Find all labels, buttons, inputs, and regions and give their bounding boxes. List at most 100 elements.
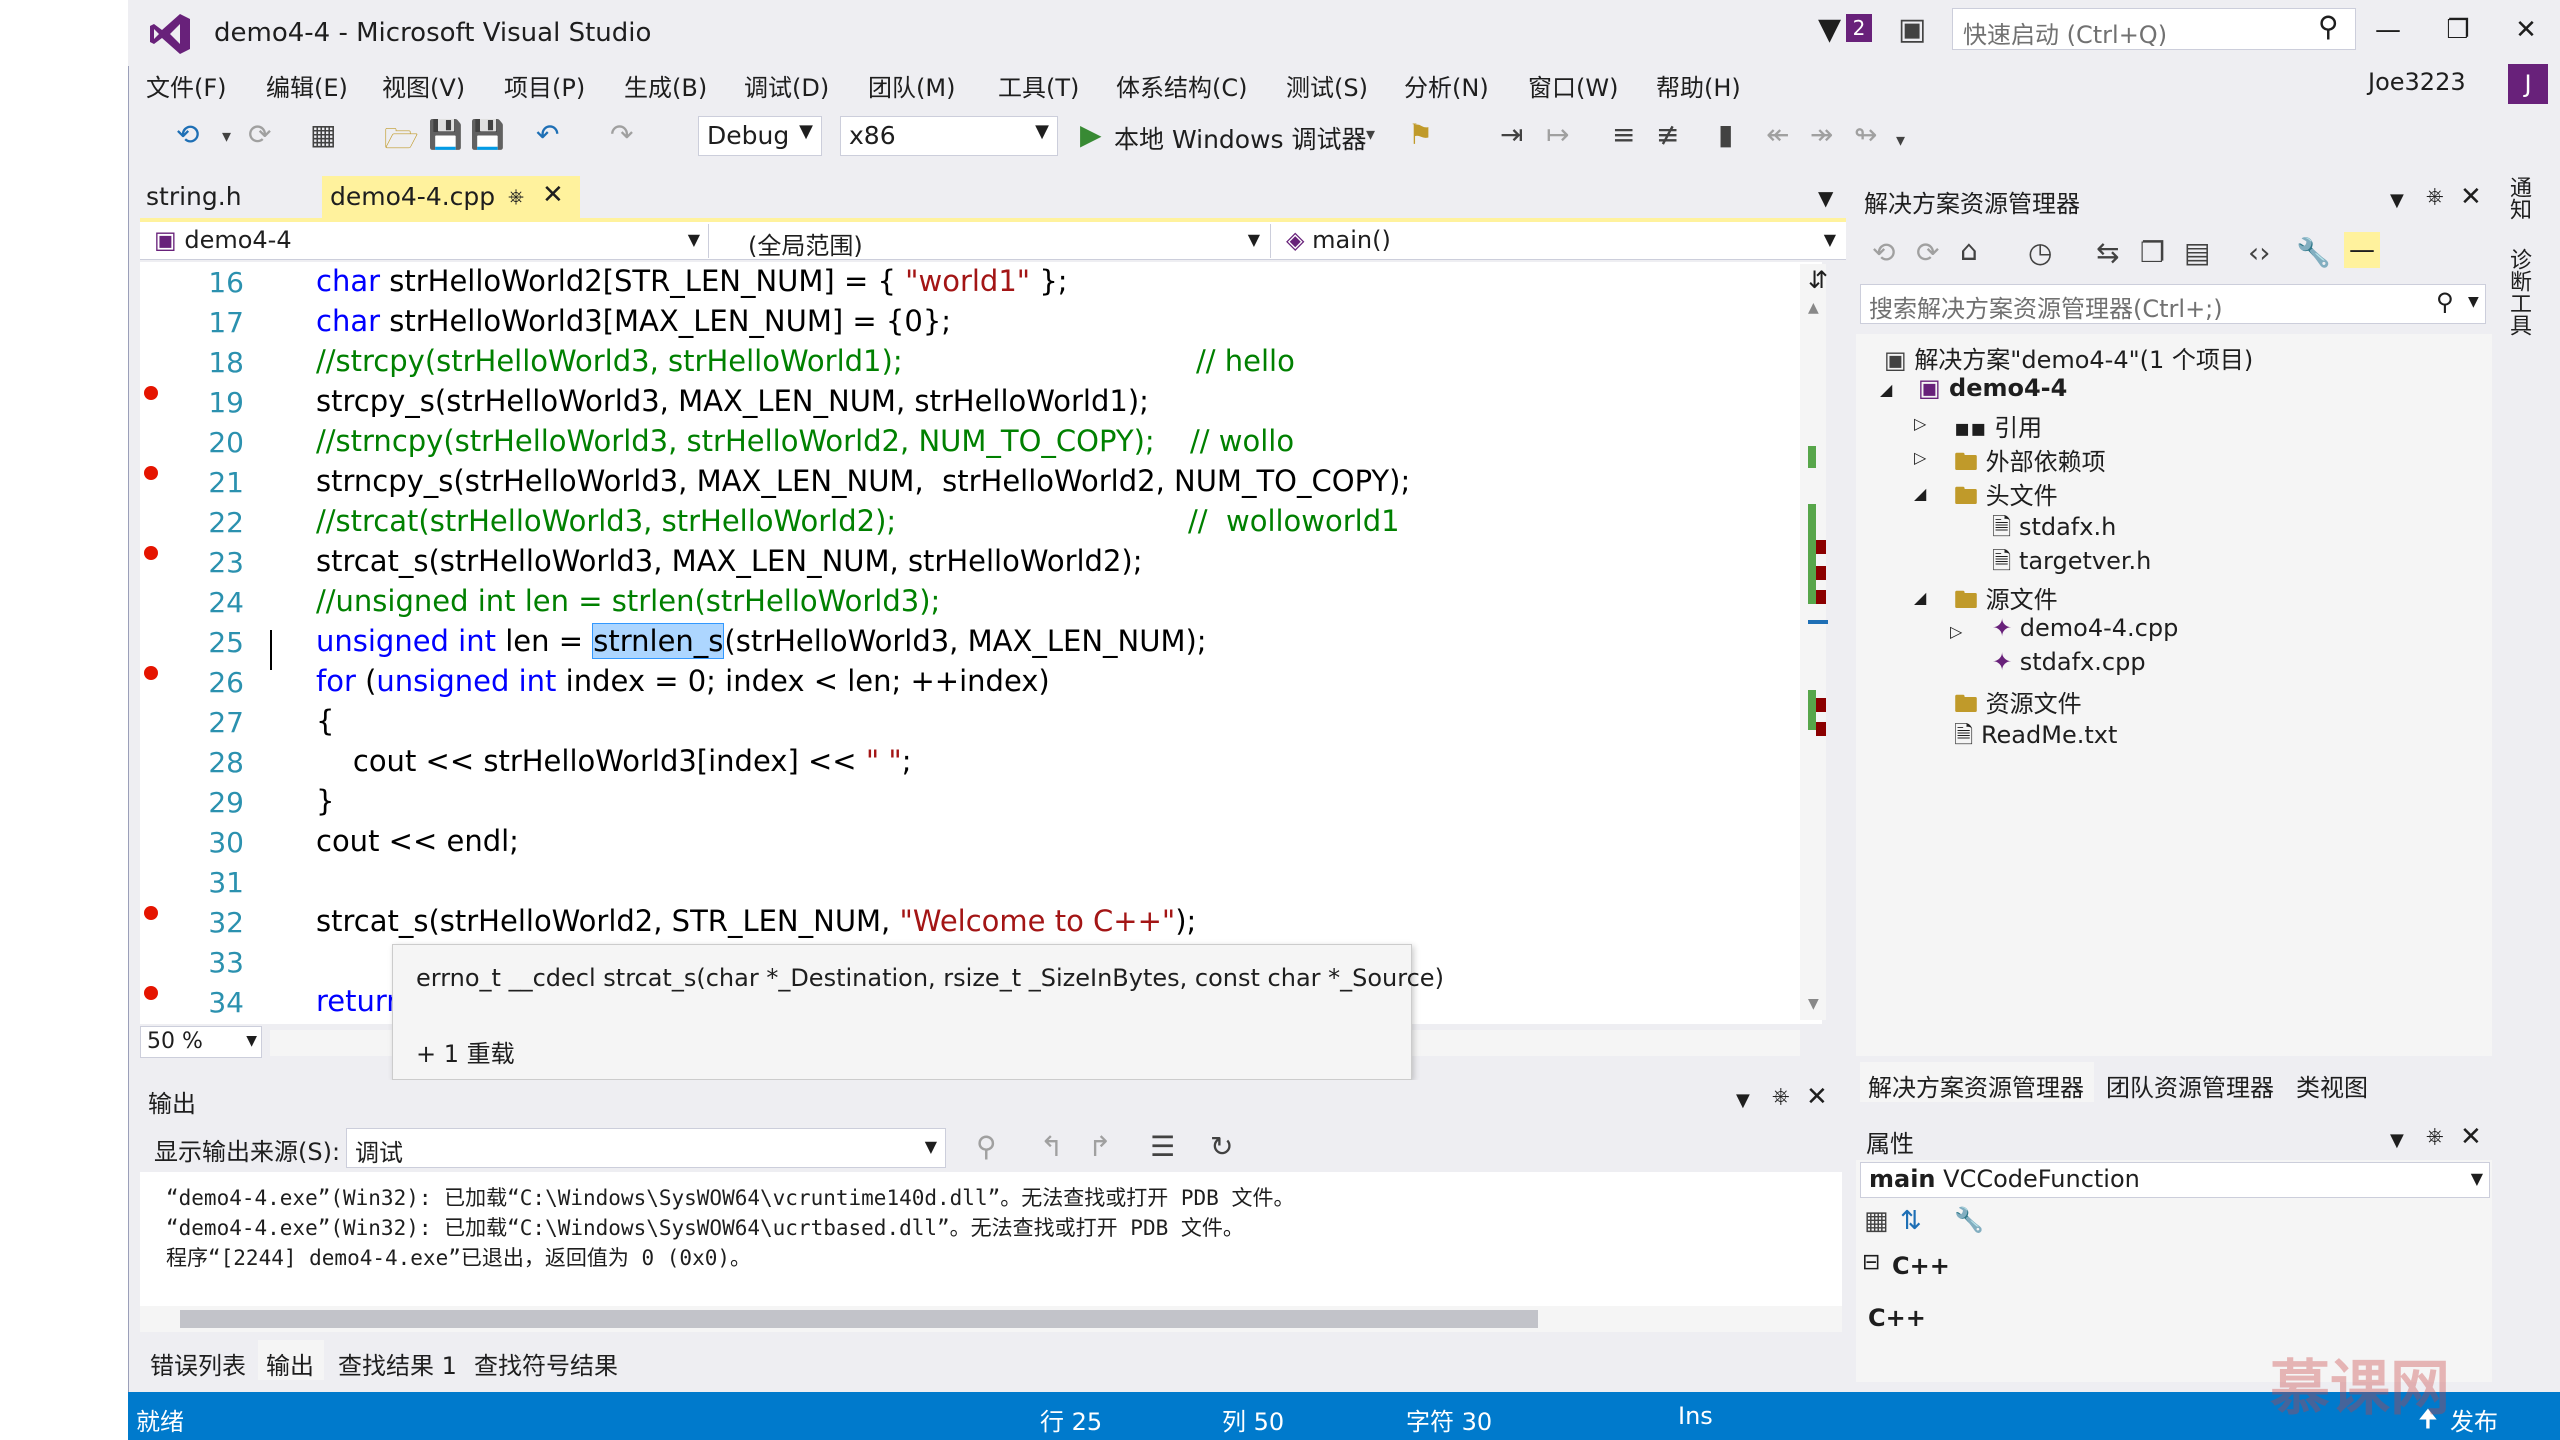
tree-file-stdafx-cpp[interactable]: ✦ stdafx.cpp	[1992, 648, 2146, 676]
prev-message-icon[interactable]: ↰	[1040, 1130, 1063, 1163]
open-file-icon[interactable]: 🗁	[384, 118, 419, 166]
show-all-files-icon[interactable]: ▤	[2184, 236, 2210, 269]
uncomment-lines-icon[interactable]: ≢	[1656, 118, 1679, 151]
back-dropdown-icon[interactable]: ▾	[222, 126, 231, 147]
close-icon[interactable]: ✕	[2460, 182, 2482, 212]
pin-icon[interactable]: ⎈	[2426, 184, 2444, 209]
close-window-button[interactable]: ✕	[2496, 8, 2556, 52]
prev-bookmark-icon[interactable]: ↞	[1766, 118, 1789, 151]
close-icon[interactable]: ✕	[2460, 1122, 2482, 1152]
code-line-21[interactable]: strncpy_s(strHelloWorld3, MAX_LEN_NUM, s…	[316, 464, 1410, 498]
menu-help[interactable]: 帮助(H)	[1656, 68, 1741, 103]
scroll-up-icon[interactable]: ▲	[1808, 300, 1819, 316]
code-line-32[interactable]: strcat_s(strHelloWorld2, STR_LEN_NUM, "W…	[316, 904, 1196, 938]
save-all-icon[interactable]: 💾	[470, 118, 505, 151]
code-line-20[interactable]: //strncpy(strHelloWorld3, strHelloWorld2…	[316, 424, 1155, 458]
step-over-icon[interactable]: ↦	[1546, 118, 1569, 151]
bookmark-icon[interactable]: ▮	[1718, 118, 1733, 151]
preview-selected-icon[interactable]: —	[2344, 232, 2380, 268]
toolbar-overflow-icon[interactable]: ▾	[1896, 130, 1905, 151]
tree-solution[interactable]: ▣ 解决方案"demo4-4"(1 个项目)	[1884, 340, 2253, 375]
home-icon[interactable]: ⌂	[1960, 234, 1978, 267]
code-line-18[interactable]: //strcpy(strHelloWorld3, strHelloWorld1)…	[316, 344, 903, 378]
pin-icon[interactable]: ⎈	[508, 184, 524, 208]
collapsed-arrow-icon[interactable]: ▷	[1914, 448, 1926, 467]
menu-window[interactable]: 窗口(W)	[1528, 68, 1618, 103]
collapse-all-icon[interactable]: ❐	[2140, 236, 2165, 269]
menu-architecture[interactable]: 体系结构(C)	[1116, 68, 1247, 103]
collapsed-arrow-icon[interactable]: ▷	[1914, 414, 1926, 433]
status-publish[interactable]: 发布	[2450, 1402, 2498, 1437]
word-wrap-icon[interactable]: ↻	[1210, 1130, 1233, 1163]
comment-lines-icon[interactable]: ≡	[1612, 118, 1635, 151]
side-tab-notifications[interactable]: 通知	[2502, 176, 2534, 220]
member-dropdown[interactable]: ◈ main() ▼	[1278, 224, 1842, 258]
back-icon[interactable]: ⟲	[1872, 236, 1895, 269]
project-dropdown[interactable]: ▣ demo4-4 ▼	[146, 224, 706, 258]
code-line-25[interactable]: unsigned int len = strnlen_s(strHelloWor…	[316, 623, 1207, 659]
start-debugging-button[interactable]: 本地 Windows 调试器	[1114, 120, 1367, 156]
undo-icon[interactable]: ↶	[536, 118, 559, 151]
code-line-30[interactable]: cout << endl;	[316, 824, 519, 858]
redo-icon[interactable]: ↷	[610, 118, 633, 151]
output-scroll-thumb[interactable]	[180, 1310, 1538, 1328]
expanded-arrow-icon[interactable]: ◢	[1914, 484, 1926, 503]
clear-bookmarks-icon[interactable]: ↬	[1854, 118, 1877, 151]
tree-references[interactable]: ▪▪ 引用	[1954, 408, 2042, 443]
tab-find-symbol-results[interactable]: 查找符号结果	[474, 1346, 618, 1381]
forward-icon[interactable]: ⟳	[248, 118, 271, 151]
selected-text[interactable]: strnlen_s	[592, 623, 725, 659]
find-in-files-icon[interactable]: ⚑	[1408, 118, 1433, 151]
pin-icon[interactable]: ⎈	[2426, 1124, 2444, 1149]
tab-error-list[interactable]: 错误列表	[150, 1346, 246, 1381]
next-message-icon[interactable]: ↱	[1088, 1130, 1111, 1163]
find-message-icon[interactable]: ⚲	[976, 1130, 997, 1163]
notification-flag-icon[interactable]: ▼	[1818, 12, 1841, 47]
split-editor-icon[interactable]: ⇵	[1808, 266, 1828, 294]
menu-view[interactable]: 视图(V)	[382, 68, 465, 103]
scope-dropdown[interactable]: (全局范围) ▼	[740, 224, 1266, 260]
tree-project[interactable]: ▣ demo4-4	[1918, 374, 2067, 402]
editor-vertical-scrollbar[interactable]	[1800, 264, 1826, 1020]
code-line-16[interactable]: char strHelloWorld2[STR_LEN_NUM] = { "wo…	[316, 264, 1068, 298]
panel-menu-icon[interactable]: ▼	[2390, 190, 2404, 211]
menu-build[interactable]: 生成(B)	[624, 68, 707, 103]
solution-config-select[interactable]: Debug ▼	[698, 116, 822, 156]
property-pages-icon[interactable]: 🔧	[1954, 1206, 1984, 1234]
tree-file-targetver-h[interactable]: 🗎 targetver.h	[1992, 544, 2151, 585]
menu-debug[interactable]: 调试(D)	[744, 68, 829, 103]
quick-launch-input[interactable]: 快速启动 (Ctrl+Q)	[1952, 8, 2356, 50]
pending-changes-icon[interactable]: ◷	[2028, 236, 2052, 269]
menu-test[interactable]: 测试(S)	[1286, 68, 1368, 103]
menu-team[interactable]: 团队(M)	[868, 68, 955, 103]
pin-icon[interactable]: ⎈	[1772, 1084, 1790, 1109]
code-line-24[interactable]: //unsigned int len = strlen(strHelloWorl…	[316, 584, 940, 618]
collapse-category-icon[interactable]: ⊟	[1862, 1250, 1880, 1275]
search-icon[interactable]: ⚲	[2436, 288, 2454, 316]
next-bookmark-icon[interactable]: ↠	[1810, 118, 1833, 151]
code-line-26[interactable]: for (unsigned int index = 0; index < len…	[316, 664, 1050, 698]
tree-file-readme[interactable]: 🗎 ReadMe.txt	[1954, 718, 2117, 759]
collapsed-arrow-icon[interactable]: ▷	[1950, 622, 1962, 641]
tab-find-results[interactable]: 查找结果 1	[338, 1346, 457, 1381]
categorized-icon[interactable]: ▦	[1864, 1206, 1889, 1236]
tab-string-h[interactable]: string.h	[146, 182, 242, 211]
tab-output[interactable]: 输出	[266, 1346, 314, 1381]
code-line-27[interactable]: {	[316, 704, 334, 738]
expanded-arrow-icon[interactable]: ◢	[1914, 588, 1926, 607]
minimize-button[interactable]: —	[2358, 8, 2418, 52]
step-into-icon[interactable]: ⇥	[1500, 118, 1523, 151]
zoom-level-select[interactable]: 50 % ▼	[140, 1026, 262, 1058]
close-icon[interactable]: ✕	[1806, 1082, 1828, 1112]
close-icon[interactable]: ✕	[542, 180, 564, 210]
save-icon[interactable]: 💾	[428, 118, 463, 151]
code-line-29[interactable]: }	[316, 784, 334, 818]
panel-menu-icon[interactable]: ▼	[2390, 1130, 2404, 1151]
tree-file-demo4-4-cpp[interactable]: ✦ demo4-4.cpp	[1992, 614, 2178, 642]
run-dropdown-icon[interactable]: ▾	[1366, 124, 1375, 145]
tab-team-explorer[interactable]: 团队资源管理器	[2106, 1068, 2274, 1103]
notification-count-badge[interactable]: 2	[1846, 14, 1872, 42]
tab-active-label[interactable]: demo4-4.cpp	[330, 182, 495, 211]
output-source-select[interactable]: 调试 ▼	[346, 1128, 946, 1168]
solution-explorer-search-input[interactable]: 搜索解决方案资源管理器(Ctrl+;)	[1860, 284, 2486, 324]
